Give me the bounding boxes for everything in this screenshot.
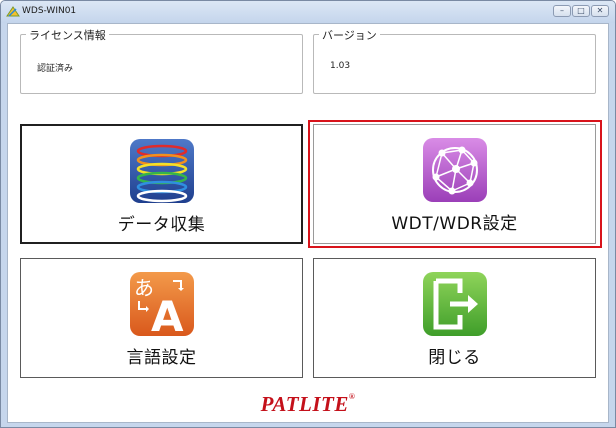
brand-name: PATLITE xyxy=(260,392,349,416)
close-app-button[interactable]: 閉じる xyxy=(313,258,596,378)
caption-buttons: – □ ✕ xyxy=(553,5,609,17)
title-bar[interactable]: WDS-WIN01 – □ ✕ xyxy=(1,1,615,23)
version-label: バージョン xyxy=(319,27,380,43)
language-settings-label: 言語設定 xyxy=(126,348,197,368)
registered-mark: ® xyxy=(348,392,356,401)
version-group: バージョン 1.03 xyxy=(313,27,596,94)
data-collection-label: データ収集 xyxy=(117,215,206,235)
client-area: ライセンス情報 認証済み バージョン 1.03 データ収集 WDT/WDR設定 … xyxy=(7,23,609,423)
maximize-button[interactable]: □ xyxy=(572,5,590,17)
wdt-wdr-settings-button[interactable]: WDT/WDR設定 xyxy=(313,124,596,244)
license-group: ライセンス情報 認証済み xyxy=(20,27,303,94)
close-button[interactable]: ✕ xyxy=(591,5,609,17)
license-value: 認証済み xyxy=(37,64,74,74)
language-settings-button[interactable]: あ A 言語設定 xyxy=(20,258,303,378)
license-label: ライセンス情報 xyxy=(26,27,109,43)
minimize-button[interactable]: – xyxy=(553,5,571,17)
close-app-label: 閉じる xyxy=(428,348,481,368)
rings-icon xyxy=(129,139,194,203)
app-window: WDS-WIN01 – □ ✕ ライセンス情報 認証済み バージョン 1.03 xyxy=(0,0,616,428)
version-value: 1.03 xyxy=(330,61,351,71)
brand-logo: PATLITE® xyxy=(8,392,608,417)
data-collection-button[interactable]: データ収集 xyxy=(20,124,303,244)
language-icon: あ A xyxy=(129,272,194,337)
wdt-wdr-settings-label: WDT/WDR設定 xyxy=(391,214,518,234)
exit-icon xyxy=(422,272,487,336)
network-globe-icon xyxy=(422,138,487,202)
app-icon xyxy=(6,6,20,17)
window-title: WDS-WIN01 xyxy=(22,6,77,16)
svg-text:A: A xyxy=(151,292,184,337)
